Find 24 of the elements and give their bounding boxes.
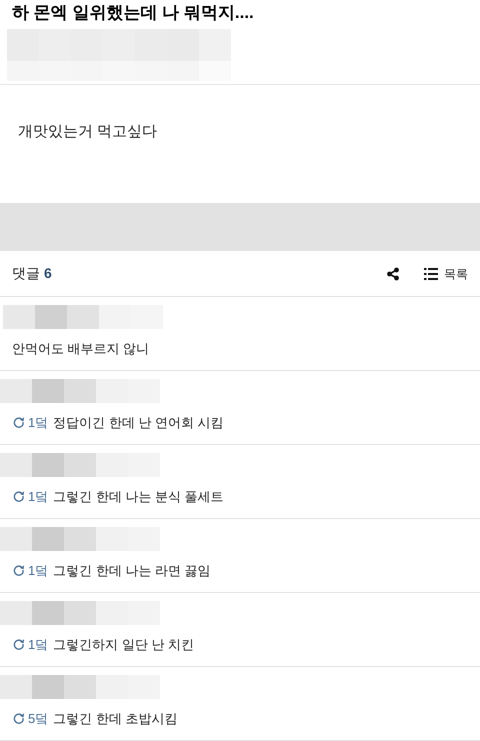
comment-text: 안먹어도 배부르지 않니 [12,340,150,358]
comment-count: 6 [44,264,52,283]
list-button[interactable]: 목록 [424,264,468,282]
reply-arrow-icon [12,638,25,652]
share-button[interactable] [384,264,402,282]
comments-label: 댓글 [12,264,40,283]
reply-target[interactable]: 1덬 [28,487,48,506]
reply-arrow-icon [12,564,25,578]
post-title: 하 몬엑 일위했는데 나 뭐먹지.... [12,2,255,24]
comment-text: 그렇긴하지 일단 난 치킨 [53,636,194,654]
reply-target[interactable]: 1덬 [28,635,48,654]
reply-arrow-icon [12,490,25,504]
comment-text: 그렇긴 한데 나는 분식 풀세트 [53,488,224,506]
comment-text: 그렇긴 한데 나는 라면 끓임 [53,562,211,580]
reply-arrow-icon [12,416,25,430]
list-icon [424,268,438,280]
post-body: 개맛있는거 먹고싶다 [18,122,158,142]
comment-text: 정답이긴 한데 난 연어회 시킴 [53,414,224,432]
reply-target[interactable]: 5덬 [28,709,48,728]
comment-text: 그렇긴 한데 초밥시킴 [53,710,178,728]
reply-target[interactable]: 1덬 [28,561,48,580]
reply-arrow-icon [12,712,25,726]
reply-target[interactable]: 1덬 [28,413,48,432]
share-icon [386,266,400,280]
